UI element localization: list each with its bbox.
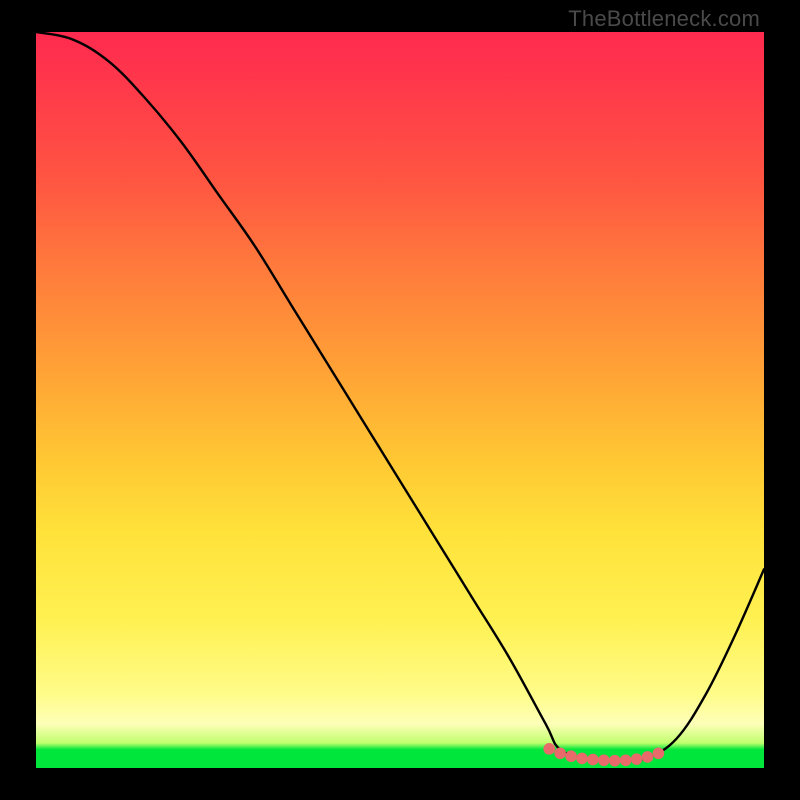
highlight-dot: [631, 753, 643, 765]
highlight-dot: [642, 751, 654, 763]
highlight-dot: [554, 747, 566, 759]
highlight-dot: [620, 754, 632, 766]
chart-svg: [36, 32, 764, 768]
highlight-dot: [565, 750, 577, 762]
highlight-dot: [543, 743, 555, 755]
highlight-dots-group: [543, 743, 664, 766]
highlight-dot: [576, 753, 588, 765]
watermark-text: TheBottleneck.com: [568, 6, 760, 32]
highlight-dot: [587, 754, 599, 766]
chart-frame: TheBottleneck.com: [0, 0, 800, 800]
plot-area: [36, 32, 764, 768]
highlight-dot: [653, 747, 665, 759]
highlight-dot: [609, 755, 621, 767]
highlight-dot: [598, 754, 610, 766]
bottleneck-curve: [36, 32, 764, 761]
